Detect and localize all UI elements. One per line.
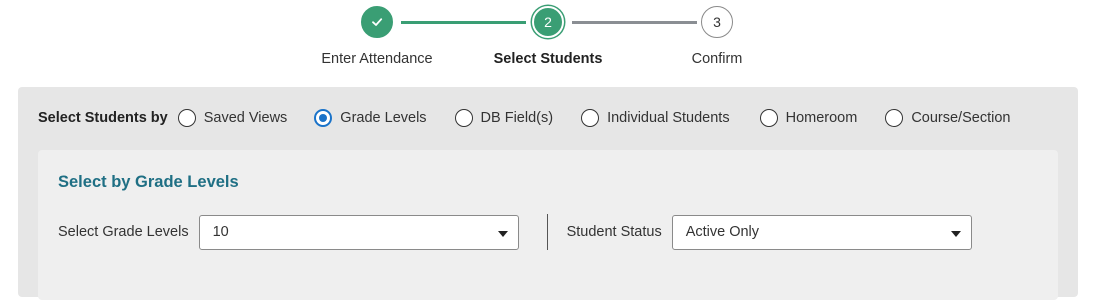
radio-circle[interactable] (759, 109, 778, 127)
field-divider (546, 214, 548, 250)
student-status-select[interactable]: Active Only (671, 214, 972, 250)
student-status-label: Student Status (566, 224, 662, 240)
select-students-by-group: Select Students by Saved Views Grade Lev… (38, 107, 1010, 129)
radio-circle-selected[interactable] (314, 109, 333, 127)
grade-levels-select[interactable]: 10 (198, 214, 519, 250)
step-connector-completed (401, 21, 526, 24)
section-title: Select by Grade Levels (58, 173, 239, 191)
progress-stepper: Enter Attendance 2 Select Students 3 Con… (0, 0, 1097, 80)
radio-label: Grade Levels (340, 110, 427, 126)
step-2-circle: 2 (532, 6, 564, 38)
grade-levels-label: Select Grade Levels (58, 224, 189, 240)
radio-label: Saved Views (203, 110, 288, 126)
radio-saved-views[interactable]: Saved Views (177, 109, 288, 127)
student-status-value: Active Only (685, 224, 760, 240)
radio-course-section[interactable]: Course/Section (885, 109, 1010, 127)
filter-row: Select Grade Levels 10 Student Status Ac… (58, 214, 972, 250)
grade-levels-section: Select by Grade Levels Select Grade Leve… (38, 150, 1058, 300)
caret-down-icon (950, 230, 961, 237)
grade-levels-value: 10 (212, 224, 229, 240)
radio-grade-levels[interactable]: Grade Levels (314, 109, 427, 127)
radio-circle[interactable] (581, 109, 600, 127)
radio-circle[interactable] (454, 109, 473, 127)
radio-label: Homeroom (785, 110, 858, 126)
radio-db-fields[interactable]: DB Field(s) (454, 109, 554, 127)
step-1-label: Enter Attendance (321, 51, 433, 67)
radio-individual-students[interactable]: Individual Students (581, 109, 730, 127)
caret-down-icon (497, 230, 508, 237)
select-students-by-label: Select Students by (38, 110, 168, 126)
step-3-circle: 3 (701, 6, 733, 38)
step-3-label: Confirm (691, 51, 743, 67)
select-students-panel: Select Students by Saved Views Grade Lev… (18, 87, 1078, 300)
radio-circle[interactable] (885, 109, 904, 127)
step-connector-upcoming (572, 21, 697, 24)
radio-label: Course/Section (911, 110, 1011, 126)
radio-homeroom[interactable]: Homeroom (759, 109, 858, 127)
step-1-circle (361, 6, 393, 38)
radio-label: Individual Students (607, 110, 730, 126)
step-2-label: Select Students (493, 51, 603, 67)
radio-label: DB Field(s) (480, 110, 554, 126)
radio-circle[interactable] (177, 109, 196, 127)
check-icon (372, 18, 383, 26)
